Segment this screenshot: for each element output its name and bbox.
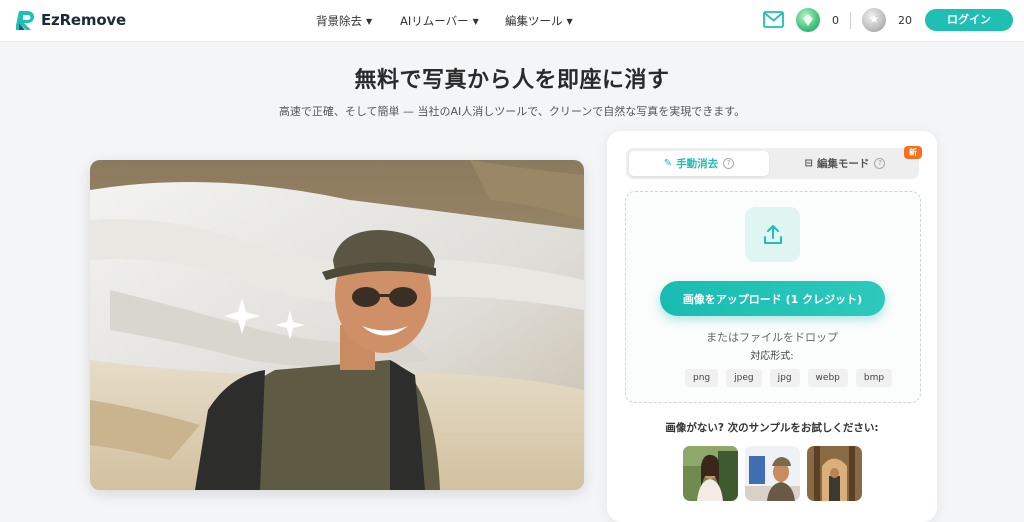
page-subtitle: 高速で正確、そして簡単 — 当社のAI人消しツールで、クリーンで自然な写真を実現… <box>278 105 746 118</box>
logo-text: EzRemove <box>41 11 126 29</box>
format-tag: webp <box>807 369 848 387</box>
chevron-down-icon: ▼ <box>472 16 479 26</box>
sample-image-2[interactable] <box>745 446 800 501</box>
pencil-icon: ✎ <box>663 158 673 169</box>
sample-heading: 画像がない? 次のサンプルをお試しください: <box>665 422 879 434</box>
nav-label: 編集ツール <box>505 14 563 28</box>
help-icon[interactable]: ? <box>874 158 886 169</box>
edit-mode-icon: ⊟ <box>804 158 813 169</box>
nav-edit-tools[interactable]: 編集ツール ▼ <box>505 13 573 29</box>
tab-edit-mode[interactable]: ⊟ 編集モード ? <box>775 151 915 176</box>
nav-label: AIリムーバー <box>400 14 469 28</box>
nav-ai-remover[interactable]: AIリムーバー ▼ <box>400 13 479 29</box>
logo[interactable]: EzRemove <box>16 9 126 31</box>
drop-hint: またはファイルをドロップ <box>706 331 838 344</box>
chevron-down-icon: ▼ <box>566 16 573 26</box>
logo-icon <box>16 11 34 30</box>
help-icon[interactable]: ? <box>723 158 735 169</box>
tab-label: 手動消去 <box>676 158 719 170</box>
format-tag: bmp <box>855 369 893 387</box>
green-credit-count: 0 <box>832 14 839 27</box>
formats-label: 対応形式: <box>750 351 794 362</box>
divider <box>850 12 851 29</box>
format-tag: jpeg <box>726 369 762 387</box>
silver-credit-count: 20 <box>898 14 912 27</box>
page-title: 無料で写真から人を即座に消す <box>354 68 670 93</box>
sample-image-1[interactable] <box>683 446 738 501</box>
silver-credit-icon: ★ <box>862 8 886 32</box>
tab-manual-erase[interactable]: ✎ 手動消去 ? <box>629 151 769 176</box>
sample-image-3[interactable] <box>807 446 862 501</box>
format-tag: jpg <box>769 369 800 387</box>
format-tag: png <box>685 369 719 387</box>
tab-label: 編集モード <box>816 158 870 170</box>
nav-label: 背景除去 <box>316 14 362 28</box>
new-badge: 新 <box>904 146 922 159</box>
format-list: png jpeg jpg webp bmp <box>685 369 893 387</box>
nav-background-removal[interactable]: 背景除去 ▼ <box>316 13 372 29</box>
top-header: EzRemove 背景除去 ▼ AIリムーバー ▼ 編集ツール ▼ 0 ★ 20… <box>0 0 1024 42</box>
chevron-down-icon: ▼ <box>366 16 373 26</box>
login-button[interactable]: ログイン <box>925 9 1013 31</box>
mail-icon[interactable] <box>763 11 784 28</box>
demo-image <box>90 160 584 490</box>
upload-image-button[interactable]: 画像をアップロード (1 クレジット) <box>660 281 885 316</box>
green-credit-icon <box>796 8 820 32</box>
upload-icon[interactable] <box>745 207 800 262</box>
